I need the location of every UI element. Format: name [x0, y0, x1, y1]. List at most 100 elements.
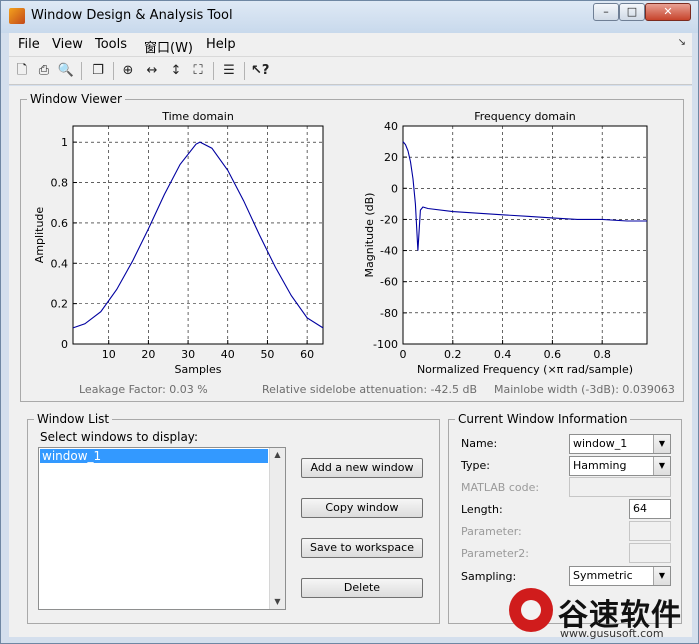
whats-this-icon[interactable]: ↖? — [251, 62, 269, 80]
scroll-up-icon[interactable]: ▲ — [270, 448, 285, 462]
parameter2-label: Parameter2: — [461, 547, 529, 560]
chevron-down-icon[interactable]: ▼ — [653, 435, 670, 453]
parameter-label: Parameter: — [461, 525, 522, 538]
toolbar-separator — [81, 62, 82, 80]
watermark-logo-icon — [509, 588, 553, 632]
x-tick-label: 30 — [181, 348, 195, 361]
y-tick-label: -20 — [380, 213, 398, 226]
full-view-icon[interactable]: ⛶ — [189, 62, 207, 80]
type-value: Hamming — [573, 459, 627, 472]
sidelobe-attenuation-text: Relative sidelobe attenuation: -42.5 dB — [262, 383, 478, 396]
y-tick-label: -40 — [380, 245, 398, 258]
menu-help[interactable]: Help — [206, 37, 236, 52]
dock-arrow-icon[interactable]: ↘ — [678, 37, 686, 48]
length-label: Length: — [461, 503, 503, 516]
y-tick-label: 0.4 — [51, 257, 69, 270]
chevron-down-icon[interactable]: ▼ — [653, 567, 670, 585]
zoom-in-icon[interactable]: ⊕ — [119, 62, 137, 80]
menu-file[interactable]: File — [18, 37, 40, 52]
matlab-code-field — [569, 477, 671, 497]
type-label: Type: — [461, 459, 490, 472]
leakage-factor-text: Leakage Factor: 0.03 % — [79, 383, 208, 396]
sampling-value: Symmetric — [573, 569, 633, 582]
client-area: Window Viewer 10 20 30 40 50 60 0 0.2 0.4 0.6 0.8 1… — [9, 86, 692, 637]
chevron-down-icon[interactable]: ▼ — [653, 457, 670, 475]
matlab-app-icon — [9, 8, 25, 24]
window-title: Window Design & Analysis Tool — [31, 8, 233, 23]
copy-to-figure-icon[interactable]: ❐ — [89, 62, 107, 80]
sampling-select[interactable]: Symmetric ▼ — [569, 566, 671, 586]
print-preview-icon[interactable]: 🔍 — [57, 62, 75, 80]
name-label: Name: — [461, 437, 498, 450]
select-windows-label: Select windows to display: — [40, 430, 199, 444]
current-window-title: Current Window Information — [455, 412, 631, 426]
application-window: Window Design & Analysis Tool – □ ✕ File… — [0, 0, 699, 644]
maximize-button[interactable]: □ — [619, 3, 645, 21]
chart-title: Frequency domain — [474, 110, 576, 123]
watermark-url: www.gususoft.com — [560, 627, 664, 640]
toolbar-separator — [244, 62, 245, 80]
name-field[interactable]: window_1 ▼ — [569, 434, 671, 454]
scroll-down-icon[interactable]: ▼ — [270, 595, 285, 609]
x-tick-label: 0.8 — [593, 348, 611, 361]
toolbar: 🗋 ⎙ 🔍 ❐ ⊕ ↔ ↕ ⛶ ☰ ↖? — [9, 57, 692, 85]
x-tick-label: 0.4 — [494, 348, 512, 361]
menu-tools[interactable]: Tools — [95, 37, 127, 52]
toolbar-separator — [213, 62, 214, 80]
x-tick-label: 50 — [260, 348, 274, 361]
y-tick-label: 0.2 — [51, 298, 69, 311]
matlab-code-label: MATLAB code: — [461, 481, 540, 494]
list-item-window-1[interactable]: window_1 — [40, 449, 268, 463]
x-tick-label: 60 — [300, 348, 314, 361]
x-tick-label: 0.2 — [444, 348, 462, 361]
x-tick-label: 40 — [221, 348, 235, 361]
parameter-field — [629, 521, 671, 541]
menu-view[interactable]: View — [52, 37, 83, 52]
y-axis-label: Amplitude — [33, 207, 46, 264]
x-axis-label: Normalized Frequency (×π rad/sample) — [417, 363, 633, 376]
x-tick-label: 10 — [102, 348, 116, 361]
x-tick-label: 0 — [400, 348, 407, 361]
toolbar-separator — [113, 62, 114, 80]
window-listbox[interactable]: window_1 ▲ ▼ — [38, 447, 286, 610]
sampling-label: Sampling: — [461, 570, 517, 583]
y-tick-label: 0 — [61, 338, 68, 351]
y-tick-label: -80 — [380, 307, 398, 320]
zoom-y-icon[interactable]: ↕ — [167, 62, 185, 80]
frequency-domain-plot[interactable]: 0 0.2 0.4 0.6 0.8 -100 -80 -60 -40 -20 0 20 40 Freque… — [349, 104, 659, 379]
y-tick-label: 1 — [61, 136, 68, 149]
x-tick-label: 0.6 — [544, 348, 562, 361]
y-axis-label: Magnitude (dB) — [363, 193, 376, 278]
legend-icon[interactable]: ☰ — [220, 62, 238, 80]
menu-window[interactable]: 窗口(W) — [144, 37, 193, 56]
listbox-scrollbar[interactable]: ▲ ▼ — [269, 448, 285, 609]
delete-button[interactable]: Delete — [301, 578, 423, 598]
x-tick-label: 20 — [141, 348, 155, 361]
parameter2-field — [629, 543, 671, 563]
copy-window-button[interactable]: Copy window — [301, 498, 423, 518]
plot-area — [403, 126, 647, 344]
name-value: window_1 — [573, 437, 628, 450]
mainlobe-width-text: Mainlobe width (-3dB): 0.039063 — [494, 383, 675, 396]
x-axis-label: Samples — [175, 363, 222, 376]
y-tick-label: 20 — [384, 151, 398, 164]
minimize-button[interactable]: – — [593, 3, 619, 21]
y-tick-label: 0.6 — [51, 217, 69, 230]
type-select[interactable]: Hamming ▼ — [569, 456, 671, 476]
y-tick-label: -60 — [380, 276, 398, 289]
title-bar[interactable]: Window Design & Analysis Tool – □ ✕ — [1, 1, 698, 33]
print-icon[interactable]: ⎙ — [35, 62, 53, 80]
y-tick-label: 0 — [391, 182, 398, 195]
length-field[interactable]: 64 — [629, 499, 671, 519]
save-to-workspace-button[interactable]: Save to workspace — [301, 538, 423, 558]
plot-area — [73, 126, 323, 344]
menu-bar: File View Tools 窗口(W) Help ↘ — [9, 33, 692, 57]
add-window-button[interactable]: Add a new window — [301, 458, 423, 478]
zoom-x-icon[interactable]: ↔ — [143, 62, 161, 80]
close-button[interactable]: ✕ — [645, 3, 691, 21]
y-tick-label: 0.8 — [51, 177, 69, 190]
time-domain-plot[interactable]: 10 20 30 40 50 60 0 0.2 0.4 0.6 0.8 1 Time domain Sam… — [23, 104, 333, 379]
new-icon[interactable]: 🗋 — [13, 62, 31, 80]
chart-title: Time domain — [161, 110, 234, 123]
window-list-title: Window List — [34, 412, 113, 426]
